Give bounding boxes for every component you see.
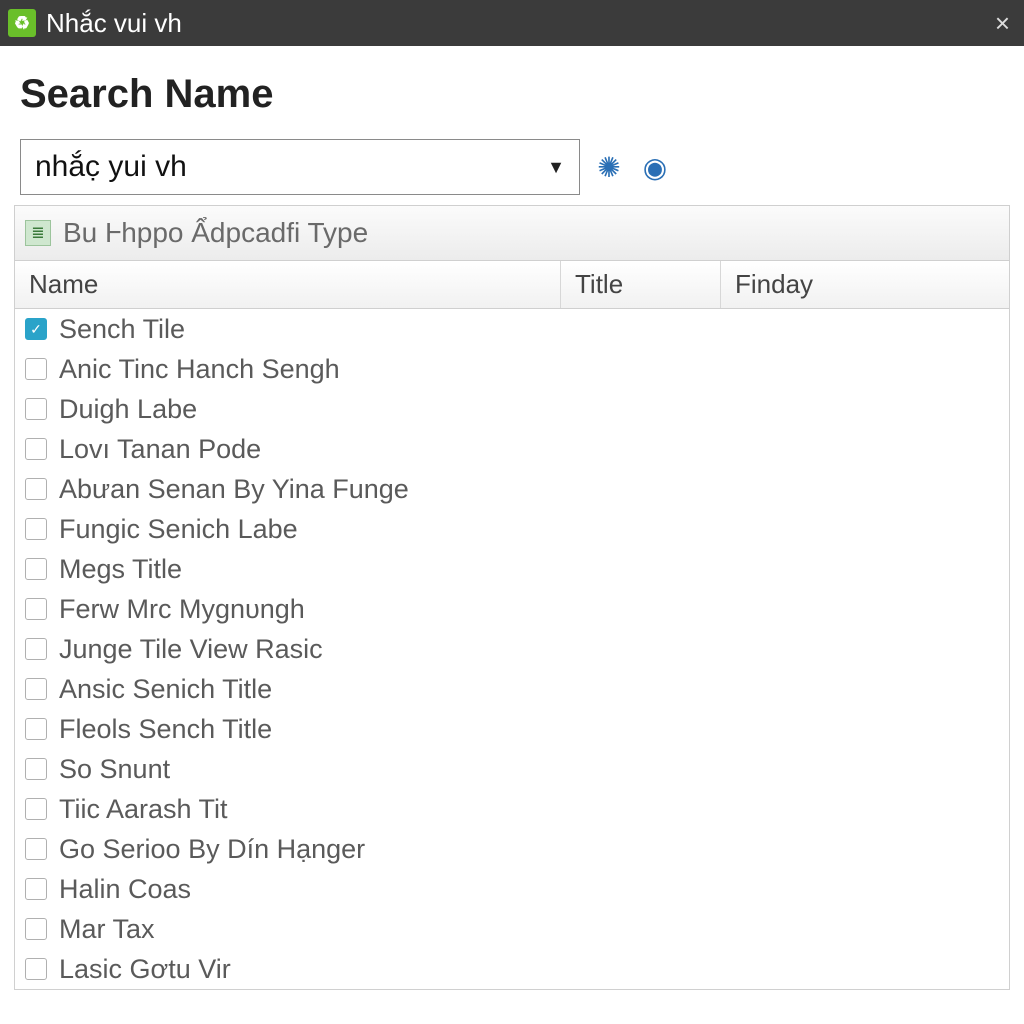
row-name: Anic Tinc Hanch Sengh (59, 354, 1009, 385)
list-icon: ≣ (25, 220, 51, 246)
row-name: Lovı Tanan Pode (59, 434, 1009, 465)
table-row[interactable]: Ansic Senich Title (15, 669, 1009, 709)
row-checkbox[interactable] (25, 718, 47, 740)
row-name: Go Serioo By Dín Hạnger (59, 834, 1009, 865)
row-name: Tiic Aarash Tit (59, 794, 1009, 825)
table-row[interactable]: Mar Tax (15, 909, 1009, 949)
titlebar[interactable]: ♻ Nhắc vui vh × (0, 0, 1024, 46)
close-icon[interactable]: × (989, 8, 1016, 39)
table-row[interactable]: Anic Tinc Hanch Sengh (15, 349, 1009, 389)
row-name: Ansic Senich Title (59, 674, 1009, 705)
filter-toolbar[interactable]: ≣ Bu Ⱶhppo Ẩdpcadfi Type (14, 205, 1010, 261)
app-icon: ♻ (8, 9, 36, 37)
app-window: ♻ Nhắc vui vh × Search Name nhắc̣ yui vh… (0, 0, 1024, 1024)
row-checkbox[interactable] (25, 958, 47, 980)
dropdown-button[interactable]: ◉ (638, 150, 672, 184)
search-row: nhắc̣ yui vh ▼ ✺ ◉ (20, 139, 1004, 195)
row-name: Sench Tile (59, 314, 1009, 345)
table-row[interactable]: Lovı Tanan Pode (15, 429, 1009, 469)
row-checkbox[interactable] (25, 838, 47, 860)
results-table: Name Title Finday ✓ Sench Tile Anic Tinc H… (14, 261, 1010, 990)
row-checkbox[interactable] (25, 558, 47, 580)
table-row[interactable]: Megs Title (15, 549, 1009, 589)
table-row[interactable]: Go Serioo By Dín Hạnger (15, 829, 1009, 869)
row-checkbox[interactable] (25, 678, 47, 700)
table-row[interactable]: Fungic Senich Labe (15, 509, 1009, 549)
row-checkbox[interactable]: ✓ (25, 318, 47, 340)
row-checkbox[interactable] (25, 398, 47, 420)
column-finday[interactable]: Finday (721, 261, 1009, 308)
row-checkbox[interactable] (25, 478, 47, 500)
window-title: Nhắc vui vh (46, 8, 989, 39)
table-header: Name Title Finday (15, 261, 1009, 309)
row-name: Abưan Senan By Yina Funge (59, 474, 1009, 505)
row-name: Junge Tile View Rasic (59, 634, 1009, 665)
row-checkbox[interactable] (25, 638, 47, 660)
row-name: Duigh Labe (59, 394, 1009, 425)
table-row[interactable]: Tiic Aarash Tit (15, 789, 1009, 829)
chevron-down-icon[interactable]: ▼ (547, 157, 565, 178)
page-title: Search Name (20, 72, 1010, 117)
table-body: ✓ Sench Tile Anic Tinc Hanch Sengh Duigh La… (15, 309, 1009, 989)
table-row[interactable]: Abưan Senan By Yina Funge (15, 469, 1009, 509)
table-row[interactable]: Junge Tile View Rasic (15, 629, 1009, 669)
circle-down-icon: ◉ (643, 151, 667, 184)
table-row[interactable]: Duigh Labe (15, 389, 1009, 429)
search-input[interactable]: nhắc̣ yui vh (35, 150, 547, 184)
row-checkbox[interactable] (25, 798, 47, 820)
table-row[interactable]: Ferw Mrc Mygnυngh (15, 589, 1009, 629)
row-name: Lasic Gơtu Vir (59, 954, 1009, 985)
row-checkbox[interactable] (25, 878, 47, 900)
settings-button[interactable]: ✺ (592, 150, 626, 184)
table-row[interactable]: So Snunt (15, 749, 1009, 789)
search-combobox[interactable]: nhắc̣ yui vh ▼ (20, 139, 580, 195)
row-checkbox[interactable] (25, 758, 47, 780)
row-checkbox[interactable] (25, 918, 47, 940)
row-checkbox[interactable] (25, 518, 47, 540)
row-name: Ferw Mrc Mygnυngh (59, 594, 1009, 625)
table-row[interactable]: Lasic Gơtu Vir (15, 949, 1009, 989)
row-name: Mar Tax (59, 914, 1009, 945)
row-name: So Snunt (59, 754, 1009, 785)
row-name: Halin Coas (59, 874, 1009, 905)
column-title[interactable]: Title (561, 261, 721, 308)
gear-icon: ✺ (597, 151, 620, 184)
table-row[interactable]: Halin Coas (15, 869, 1009, 909)
table-row[interactable]: ✓ Sench Tile (15, 309, 1009, 349)
table-row[interactable]: Fleols Sench Title (15, 709, 1009, 749)
row-checkbox[interactable] (25, 438, 47, 460)
row-checkbox[interactable] (25, 598, 47, 620)
column-name[interactable]: Name (15, 261, 561, 308)
row-name: Fleols Sench Title (59, 714, 1009, 745)
row-name: Megs Title (59, 554, 1009, 585)
content-area: Search Name nhắc̣ yui vh ▼ ✺ ◉ ≣ Bu Ⱶhpp… (0, 46, 1024, 990)
filter-label: Bu Ⱶhppo Ẩdpcadfi Type (63, 217, 368, 249)
row-checkbox[interactable] (25, 358, 47, 380)
row-name: Fungic Senich Labe (59, 514, 1009, 545)
